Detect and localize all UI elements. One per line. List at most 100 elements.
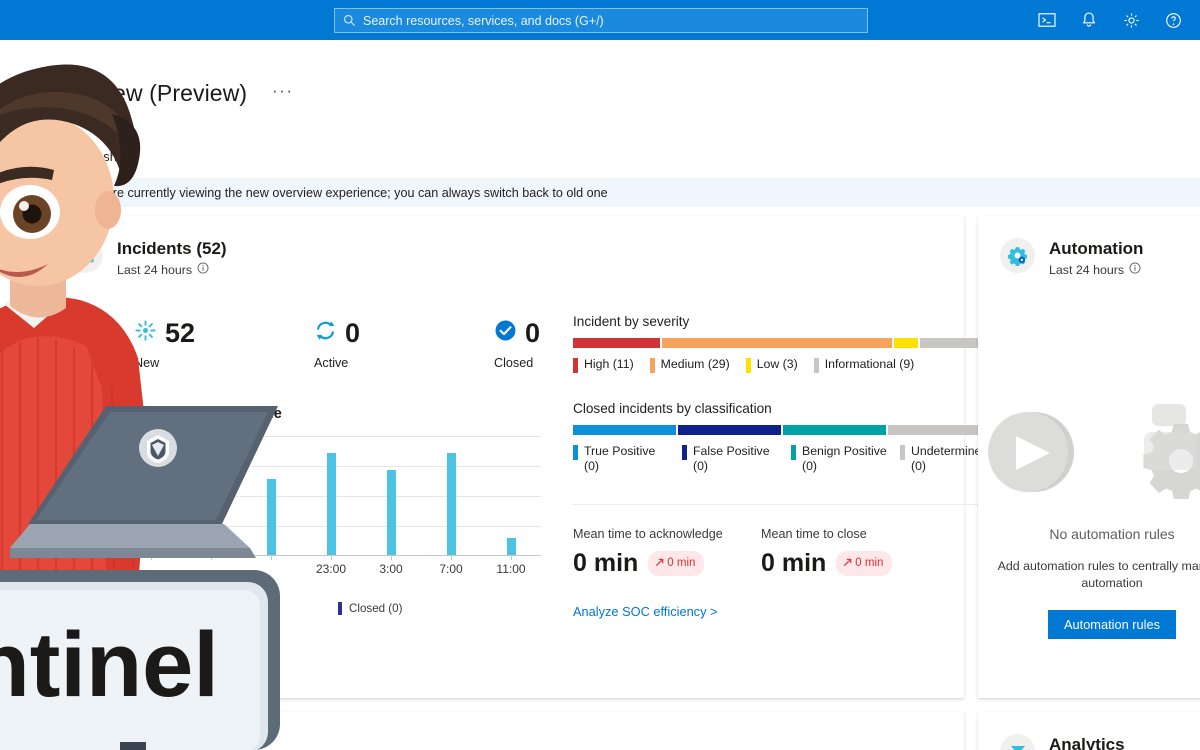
- stat-closed-value: 0: [525, 317, 541, 348]
- bottom-left-card: [46, 712, 964, 750]
- analytics-card: Analytics: [978, 712, 1200, 750]
- legend-item[interactable]: Benign Positive (0): [791, 444, 888, 474]
- info-icon[interactable]: [1129, 261, 1141, 279]
- mtta-delta-text: 0 min: [667, 557, 696, 569]
- automation-timeframe-label: Last 24 hours: [1049, 263, 1125, 277]
- chart-x-label: 7:00: [439, 562, 463, 576]
- mttc-value: 0 min: [761, 549, 827, 577]
- legend-swatch: [682, 445, 687, 460]
- stack-segment[interactable]: [888, 425, 991, 435]
- automation-empty-description: Add automation rules to centrally manage…: [997, 559, 1200, 590]
- legend-label: Medium (29): [660, 357, 730, 371]
- severity-stacked-bar: [573, 338, 991, 348]
- preview-info-banner: You are currently viewing the new overvi…: [46, 178, 1200, 207]
- search-placeholder: Search resources, services, and docs (G+…: [363, 13, 604, 28]
- chart-bar[interactable]: [386, 470, 396, 555]
- legend-item[interactable]: Medium (29): [649, 357, 730, 373]
- analytics-card-title: Analytics: [1049, 735, 1125, 750]
- pane-divider: [573, 504, 985, 505]
- analytics-card-header: Analytics: [978, 712, 1200, 750]
- briefcase-icon: [68, 238, 103, 273]
- automation-empty-title: No automation rules: [1049, 526, 1175, 542]
- chart-x-tick-labels: 23:00 3:00 7:00 11:00: [106, 562, 546, 582]
- incidents-card-subtitle: Last 24 hours: [117, 261, 227, 279]
- chart-x-label: 11:00: [496, 562, 526, 576]
- legend-item[interactable]: False Positive (0): [682, 444, 779, 474]
- analytics-funnel-icon: [1000, 734, 1035, 750]
- chart-bars: [121, 436, 541, 555]
- classification-section-title: Closed incidents by classification: [573, 401, 772, 416]
- mtta-label: Mean time to acknowledge: [573, 527, 723, 541]
- page-header: Overview (Preview) ··· Refresh: [0, 40, 1200, 173]
- chart-title: Incident creation time: [132, 406, 282, 422]
- mtta-delta-badge: 0 min: [648, 551, 705, 576]
- page-more-menu[interactable]: ···: [272, 82, 293, 99]
- legend-swatch: [745, 358, 751, 373]
- refresh-button[interactable]: Refresh: [46, 142, 121, 170]
- legend-item[interactable]: Low (3): [745, 357, 798, 373]
- trend-up-arrow-icon: [843, 554, 852, 572]
- incidents-timeframe-label: Last 24 hours: [117, 263, 193, 277]
- stack-segment[interactable]: [678, 425, 781, 435]
- cloud-shell-icon[interactable]: [1028, 0, 1066, 40]
- stack-segment[interactable]: [893, 338, 918, 348]
- automation-card-title: Automation: [1049, 239, 1144, 258]
- legend-label: Informational (9): [824, 357, 915, 371]
- legend-item[interactable]: Informational (9): [813, 357, 915, 373]
- stat-new-label: New: [134, 356, 160, 370]
- chart-bar[interactable]: [326, 453, 336, 555]
- chart-bar[interactable]: [146, 512, 156, 555]
- refresh-label: Refresh: [72, 148, 117, 164]
- chart-bar[interactable]: [266, 478, 276, 555]
- stat-active[interactable]: 0 Active: [314, 316, 494, 370]
- page-title: Overview (Preview): [46, 80, 248, 106]
- legend-label-closed: Closed (0): [349, 602, 403, 615]
- stack-segment[interactable]: [783, 425, 886, 435]
- global-search-box[interactable]: Search resources, services, and docs (G+…: [334, 8, 868, 33]
- stat-active-label: Active: [314, 356, 349, 370]
- chart-legend[interactable]: Closed (0): [338, 602, 546, 615]
- chart-bar[interactable]: [506, 538, 516, 555]
- legend-label: True Positive (0): [584, 444, 656, 473]
- classification-stacked-bar: [573, 425, 991, 435]
- help-question-icon[interactable]: [1154, 0, 1192, 40]
- legend-swatch: [649, 358, 655, 373]
- settings-gear-icon[interactable]: [1112, 0, 1150, 40]
- legend-swatch-closed: [338, 602, 342, 615]
- azure-top-bar: Search resources, services, and docs (G+…: [0, 0, 1200, 40]
- stack-segment[interactable]: [662, 338, 892, 348]
- info-icon: [58, 183, 72, 202]
- mtta-value: 0 min: [573, 549, 639, 577]
- analyze-soc-efficiency-link[interactable]: Analyze SOC efficiency >: [573, 604, 985, 619]
- legend-swatch: [573, 445, 578, 460]
- chart-x-label: 3:00: [379, 562, 403, 576]
- chart-bar[interactable]: [206, 504, 216, 555]
- stack-segment[interactable]: [573, 425, 676, 435]
- stat-new-value: 52: [165, 317, 196, 348]
- severity-section-title: Incident by severity: [573, 314, 690, 329]
- automation-rules-button[interactable]: Automation rules: [1047, 610, 1177, 639]
- stack-segment[interactable]: [573, 338, 661, 348]
- mttc-delta-text: 0 min: [855, 557, 884, 569]
- new-burst-icon: [134, 319, 157, 347]
- mttc-delta-badge: 0 min: [836, 551, 893, 576]
- stat-active-value: 0: [345, 317, 361, 348]
- legend-swatch: [900, 445, 905, 460]
- severity-legend: High (11) Medium (29) Low (3) Informational…: [573, 357, 985, 373]
- notifications-bell-icon[interactable]: [1070, 0, 1108, 40]
- legend-label: Benign Positive (0): [802, 444, 887, 473]
- search-icon: [343, 14, 356, 27]
- automation-card: Automation Last 24 hours No automation r…: [978, 216, 1200, 698]
- chart-plot-area: [106, 436, 541, 560]
- classification-legend: True Positive (0) False Positive (0) Benign …: [573, 444, 988, 474]
- stat-new[interactable]: 52 New: [134, 316, 314, 370]
- legend-item[interactable]: High (11): [573, 357, 634, 373]
- topbar-icon-group: [1028, 0, 1192, 40]
- automation-card-subtitle: Last 24 hours: [1049, 261, 1143, 279]
- chart-bar[interactable]: [446, 453, 456, 555]
- incidents-breakdown-pane: Incident by severity High (11) Medium (29…: [573, 314, 991, 619]
- legend-item[interactable]: True Positive (0): [573, 444, 670, 474]
- info-icon[interactable]: [197, 261, 209, 279]
- legend-label: False Positive (0): [693, 444, 770, 473]
- incidents-card-header: Incidents (52) Last 24 hours: [46, 216, 964, 279]
